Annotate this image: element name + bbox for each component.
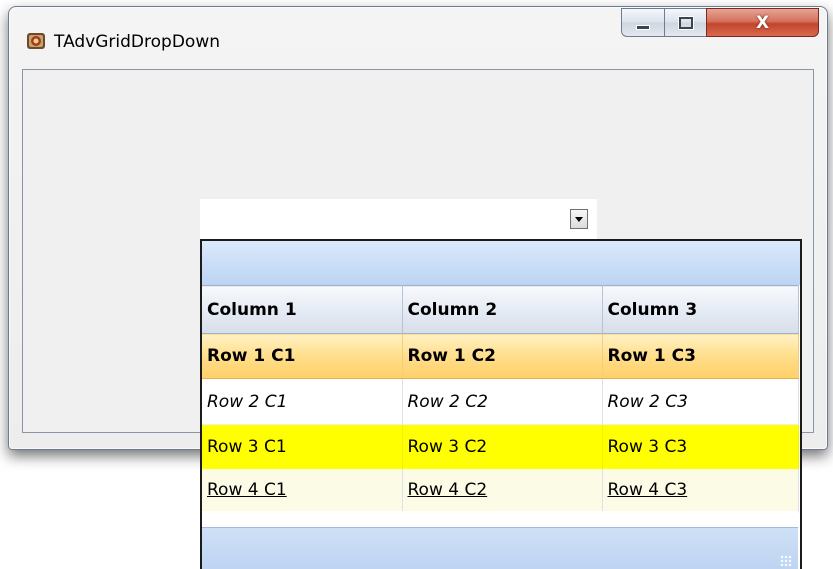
column-header[interactable]: Column 2 bbox=[402, 285, 603, 334]
grid-cell[interactable]: Row 4 C2 bbox=[402, 468, 603, 513]
chevron-down-icon bbox=[575, 216, 583, 222]
dropdown-grid: Column 1 Column 2 Column 3 Row 1 C1 Row … bbox=[202, 285, 799, 513]
close-icon: X bbox=[755, 12, 770, 33]
popup-footer-band bbox=[202, 527, 798, 569]
grid-cell[interactable]: Row 3 C2 bbox=[402, 424, 603, 469]
grid-row[interactable]: Row 4 C1 Row 4 C2 Row 4 C3 bbox=[202, 468, 799, 513]
window-title: TAdvGridDropDown bbox=[54, 32, 220, 52]
dropdown-button[interactable] bbox=[570, 209, 588, 229]
grid-cell[interactable]: Row 3 C1 bbox=[202, 424, 403, 469]
grid-cell[interactable]: Row 2 C3 bbox=[602, 378, 799, 425]
app-icon[interactable] bbox=[26, 31, 46, 51]
maximize-button[interactable] bbox=[664, 8, 707, 37]
grid-cell[interactable]: Row 2 C2 bbox=[402, 378, 603, 425]
desktop: TAdvGridDropDown X Column 1 Column 2 Col… bbox=[0, 0, 833, 569]
caption-buttons: X bbox=[621, 8, 819, 39]
dropdown-input[interactable] bbox=[203, 202, 567, 236]
grid-cell[interactable]: Row 4 C1 bbox=[202, 468, 403, 513]
grid-row[interactable]: Row 2 C1 Row 2 C2 Row 2 C3 bbox=[202, 378, 799, 425]
maximize-icon bbox=[678, 16, 693, 29]
grid-cell[interactable]: Row 3 C3 bbox=[602, 424, 799, 469]
grid-row-selected[interactable]: Row 1 C1 Row 1 C2 Row 1 C3 bbox=[202, 333, 799, 379]
grid-cell[interactable]: Row 4 C3 bbox=[602, 468, 799, 513]
grid-cell[interactable]: Row 1 C2 bbox=[402, 333, 603, 379]
column-header[interactable]: Column 1 bbox=[202, 285, 403, 334]
grid-cell[interactable]: Row 1 C3 bbox=[602, 333, 799, 379]
grid-cell[interactable]: Row 2 C1 bbox=[202, 378, 403, 425]
resize-grip-icon[interactable] bbox=[780, 555, 792, 567]
popup-header-band bbox=[202, 241, 800, 285]
dropdown-popup: Column 1 Column 2 Column 3 Row 1 C1 Row … bbox=[200, 239, 802, 569]
minimize-button[interactable] bbox=[621, 8, 665, 37]
grid-cell[interactable]: Row 1 C1 bbox=[202, 333, 403, 379]
title-bar[interactable]: TAdvGridDropDown X bbox=[9, 7, 827, 67]
grid-dropdown-combo[interactable] bbox=[200, 199, 597, 239]
minimize-icon bbox=[636, 24, 650, 30]
grid-header-row: Column 1 Column 2 Column 3 bbox=[202, 285, 799, 334]
grid-empty-area bbox=[202, 511, 798, 525]
grid-row[interactable]: Row 3 C1 Row 3 C2 Row 3 C3 bbox=[202, 424, 799, 469]
close-button[interactable]: X bbox=[706, 8, 819, 37]
column-header[interactable]: Column 3 bbox=[602, 285, 799, 334]
